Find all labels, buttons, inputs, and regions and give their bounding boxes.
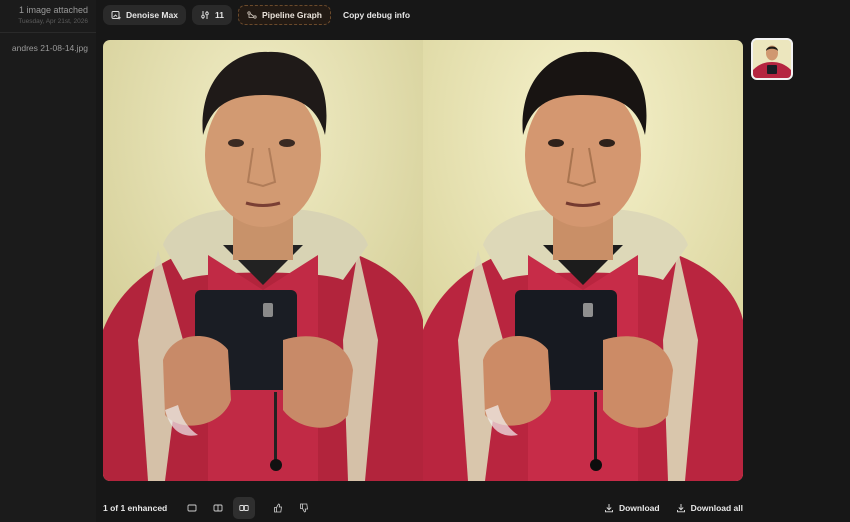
settings-count: 11 <box>214 10 224 20</box>
download-all-button[interactable]: Download all <box>676 503 743 513</box>
copy-debug-label: Copy debug info <box>342 10 411 20</box>
download-icon <box>605 504 613 513</box>
side-by-side-button[interactable] <box>233 497 256 519</box>
thumbs-down-button[interactable] <box>293 497 315 519</box>
thumbs-up-icon <box>274 503 283 513</box>
original-photo <box>103 40 423 481</box>
graph-icon <box>247 11 257 19</box>
single-view-icon <box>187 504 197 512</box>
pipeline-label: Pipeline Graph <box>261 10 322 20</box>
single-view-button[interactable] <box>181 497 203 519</box>
download-label: Download <box>618 503 660 513</box>
thumbs-down-icon <box>300 503 309 513</box>
top-toolbar: Denoise Max 11 Pipeline Graph Copy debug… <box>103 5 416 25</box>
sidebar: 1 image attached Tuesday, Apr 21st, 2026… <box>0 0 96 522</box>
settings-button[interactable]: 11 <box>191 5 232 25</box>
denoise-button[interactable]: Denoise Max <box>103 5 186 25</box>
pipeline-graph-button[interactable]: Pipeline Graph <box>237 5 331 25</box>
original-image <box>103 40 423 481</box>
download-button[interactable]: Download <box>604 503 660 513</box>
thumbs-up-button[interactable] <box>267 497 289 519</box>
download-all-label: Download all <box>690 503 743 513</box>
image-thumbnail[interactable] <box>751 38 793 80</box>
download-all-icon <box>676 504 685 513</box>
attachment-date: Tuesday, Apr 21st, 2026 <box>18 18 88 25</box>
sidebar-header: 1 image attached Tuesday, Apr 21st, 2026 <box>0 0 96 33</box>
split-view-icon <box>213 504 223 512</box>
image-sparkle-icon <box>111 11 121 20</box>
enhanced-photo <box>423 40 743 481</box>
bottom-bar: 1 of 1 enhanced Download Download all <box>103 497 743 519</box>
comparison-viewer[interactable] <box>103 40 743 481</box>
thumbnail-photo <box>753 40 791 78</box>
sidebar-file-item[interactable]: andres 21-08-14.jpg <box>0 43 96 53</box>
side-by-side-icon <box>239 505 249 511</box>
sliders-icon <box>201 11 209 19</box>
enhanced-image <box>423 40 743 481</box>
denoise-label: Denoise Max <box>126 10 178 20</box>
enhanced-count: 1 of 1 enhanced <box>103 503 168 513</box>
split-view-button[interactable] <box>207 497 229 519</box>
copy-debug-button[interactable]: Copy debug info <box>337 5 416 25</box>
attachment-count: 1 image attached <box>18 5 88 15</box>
